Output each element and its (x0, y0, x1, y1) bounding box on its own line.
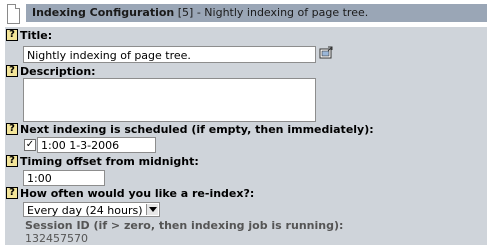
reindex-row-label: ? How often would you like a re-index?: (6, 187, 254, 200)
edit-form: ? Title: Nightly indexing of page tree. ?… (5, 27, 487, 245)
record-title: - Nightly indexing of page tree. (196, 6, 369, 19)
reindex-selected: Every day (24 hours) (27, 204, 143, 217)
session-id-label: Session ID (if > zero, then indexing job… (25, 219, 344, 232)
reindex-label: How often would you like a re-index?: (20, 187, 255, 200)
document-icon (7, 4, 20, 24)
session-id-value: 132457570 (25, 232, 88, 245)
description-row-label: ? Description: (6, 65, 96, 78)
title-row-label: ? Title: (6, 29, 52, 42)
title-label: Title: (20, 29, 53, 42)
wizard-icon[interactable] (319, 46, 333, 59)
chevron-down-icon[interactable] (146, 204, 158, 215)
timing-offset-label: Timing offset from midnight: (20, 155, 199, 168)
help-icon[interactable]: ? (6, 29, 18, 41)
header-bar: Indexing Configuration [5] - Nightly ind… (26, 4, 487, 22)
table-title: Indexing Configuration (32, 6, 175, 19)
next-indexing-input[interactable]: 1:00 1-3-2006 (37, 137, 156, 153)
record-id: [5] (177, 6, 194, 19)
help-icon[interactable]: ? (6, 155, 18, 167)
timing-offset-input[interactable]: 1:00 (23, 170, 105, 186)
description-textarea[interactable] (23, 78, 316, 122)
help-icon[interactable]: ? (6, 65, 18, 77)
help-icon[interactable]: ? (6, 187, 18, 199)
record-header: Indexing Configuration [5] - Nightly ind… (0, 0, 499, 27)
help-icon[interactable]: ? (6, 123, 18, 135)
description-label: Description: (20, 65, 96, 78)
next-indexing-row-label: ? Next indexing is scheduled (if empty, t… (6, 123, 374, 136)
next-indexing-checkbox[interactable]: ✓ (24, 139, 36, 151)
timing-offset-row-label: ? Timing offset from midnight: (6, 155, 199, 168)
title-input[interactable]: Nightly indexing of page tree. (23, 46, 316, 63)
reindex-select[interactable]: Every day (24 hours) (23, 202, 160, 217)
next-indexing-label: Next indexing is scheduled (if empty, th… (20, 123, 374, 136)
header-title: Indexing Configuration [5] - Nightly ind… (32, 6, 368, 19)
